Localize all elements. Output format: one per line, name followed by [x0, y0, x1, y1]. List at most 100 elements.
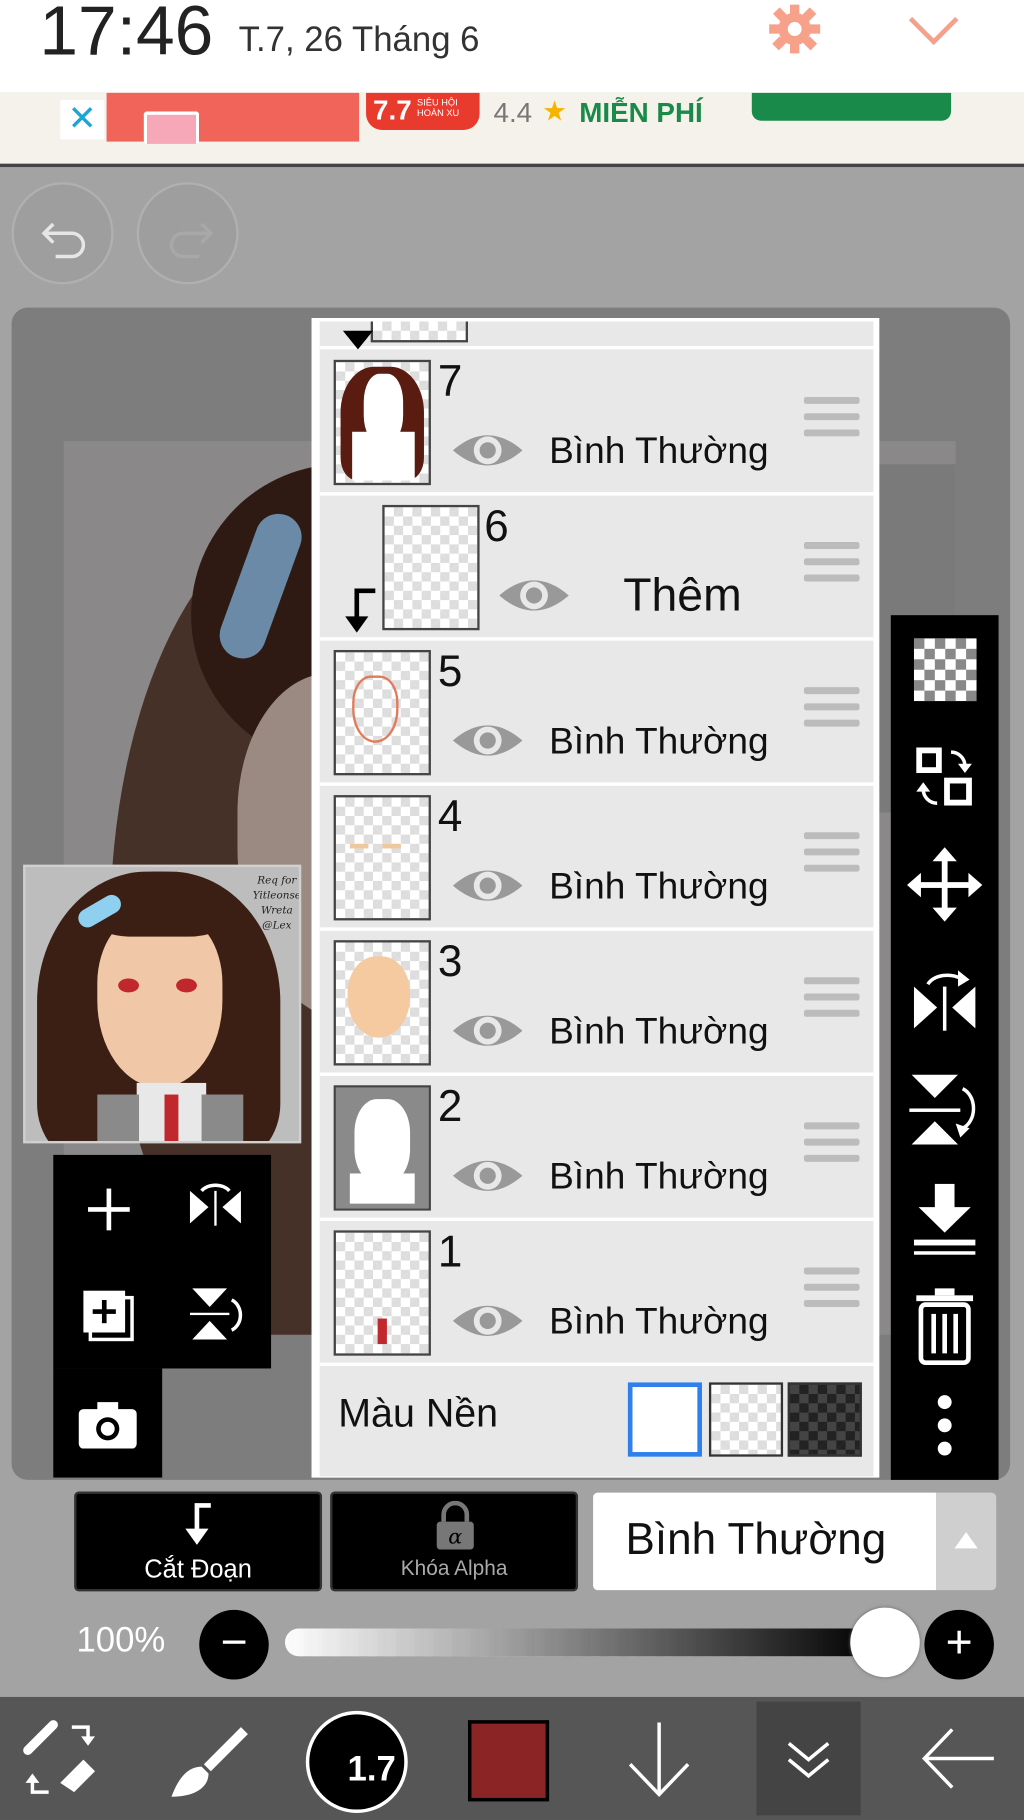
tool-switch-icon[interactable]: [19, 1697, 105, 1820]
layer-blend-mode: Bình Thường: [549, 1299, 769, 1342]
layer-thumbnail: [333, 649, 431, 776]
layer-blend-mode: Bình Thường: [549, 429, 769, 472]
ad-install-button[interactable]: [751, 92, 952, 121]
blend-mode-dropdown[interactable]: [935, 1492, 997, 1591]
layer-thumbnail: [333, 359, 431, 486]
layer-panel[interactable]: 7 Bình Thường 6 Thêm 5 Bình Thường 4 Bình Thườn…: [311, 318, 880, 1478]
layer-number: 4: [437, 792, 463, 842]
layer-thumbnail: [382, 504, 480, 631]
background-dark-swatch[interactable]: [787, 1382, 862, 1457]
background-transparent-swatch[interactable]: [708, 1382, 784, 1457]
layer-row-7[interactable]: 7 Bình Thường: [319, 351, 874, 496]
eye-icon[interactable]: [449, 425, 525, 476]
blend-mode-value: Bình Thường: [625, 1515, 887, 1565]
eye-icon[interactable]: [449, 1150, 525, 1201]
camera-icon[interactable]: [76, 1397, 139, 1450]
layer-number: 6: [484, 502, 509, 552]
chevron-down-icon[interactable]: [906, 7, 962, 53]
opacity-decrease-button[interactable]: −: [199, 1609, 269, 1680]
layer-blend-mode: Bình Thường: [549, 1154, 769, 1197]
opacity-increase-button[interactable]: +: [924, 1609, 994, 1680]
drag-handle-icon[interactable]: [803, 1267, 860, 1313]
eye-icon[interactable]: [449, 1295, 525, 1346]
layer-row-3[interactable]: 3 Bình Thường: [319, 931, 874, 1076]
add-layer-icon[interactable]: [83, 1184, 134, 1235]
ad-badge: 7.7 SIÊU HỘI HOÀN XU: [366, 92, 480, 130]
layer-row-2[interactable]: 2 Bình Thường: [319, 1076, 874, 1222]
layer-number: 5: [437, 647, 463, 697]
ad-badge-text: SIÊU HỘI HOÀN XU: [417, 97, 460, 119]
layer-row-1[interactable]: 1 Bình Thường: [319, 1221, 874, 1367]
opacity-slider-handle[interactable]: [850, 1607, 920, 1678]
layer-list[interactable]: 7 Bình Thường 6 Thêm 5 Bình Thường 4 Bình Thườn…: [319, 321, 874, 1477]
chevron-up-icon: [954, 1532, 978, 1549]
drag-handle-icon[interactable]: [803, 832, 860, 878]
layer-blend-mode: Thêm: [623, 569, 742, 621]
undo-button[interactable]: [11, 182, 114, 285]
drag-handle-icon[interactable]: [803, 1122, 860, 1168]
layer-blend-mode: Bình Thường: [549, 719, 769, 762]
opacity-slider[interactable]: [284, 1628, 876, 1657]
eye-icon[interactable]: [496, 570, 572, 621]
brush-size-value: 1.7: [347, 1750, 396, 1789]
layer-row-partial[interactable]: [319, 321, 874, 350]
clipping-label: Cắt Đoạn: [144, 1554, 252, 1584]
swap-layer-icon[interactable]: [891, 731, 999, 824]
ad-close-button[interactable]: ✕: [60, 99, 105, 140]
alpha-lock-label: Khóa Alpha: [400, 1556, 508, 1580]
preview-caption: Req for Yitleonse Wreta @Lex: [252, 875, 301, 933]
reference-preview[interactable]: Req for Yitleonse Wreta @Lex: [23, 864, 302, 1144]
redo-button[interactable]: [136, 182, 239, 285]
drag-handle-icon[interactable]: [803, 977, 860, 1023]
layer-blend-mode: Bình Thường: [549, 864, 769, 907]
eye-icon[interactable]: [449, 715, 525, 766]
ad-phone-graphic: [143, 111, 200, 144]
date: T.7, 26 Tháng 6: [238, 20, 480, 60]
background-color-label: Màu Nền: [338, 1391, 499, 1436]
clock: 17:46: [39, 0, 214, 70]
drag-handle-icon[interactable]: [803, 542, 860, 588]
flip-vertical-icon[interactable]: [891, 1063, 999, 1156]
lock-icon: α: [436, 1500, 474, 1550]
alpha-lock-button[interactable]: α Khóa Alpha: [330, 1491, 579, 1592]
more-vertical-icon[interactable]: [891, 1379, 999, 1472]
background-color-row: Màu Nền: [319, 1366, 874, 1477]
flip-horizontal-icon[interactable]: [185, 1179, 245, 1235]
layer-row-5[interactable]: 5 Bình Thường: [319, 641, 874, 786]
layer-number: 3: [437, 937, 463, 987]
eye-icon[interactable]: [449, 1005, 525, 1056]
color-picker-button[interactable]: [467, 1720, 550, 1802]
layer-blend-mode: Bình Thường: [549, 1009, 769, 1052]
right-toolbar: [890, 615, 999, 1480]
opacity-row: 100% − +: [0, 1607, 1024, 1682]
layer-row-6[interactable]: 6 Thêm: [319, 496, 874, 641]
eye-icon[interactable]: [449, 860, 525, 911]
brush-icon[interactable]: [162, 1697, 255, 1820]
svg-text:α: α: [448, 1525, 462, 1549]
drag-handle-icon[interactable]: [803, 396, 860, 443]
flip-horizontal-icon[interactable]: [891, 954, 999, 1047]
layer-thumbnail: [370, 321, 468, 343]
merge-down-icon[interactable]: [891, 1177, 999, 1270]
transparency-icon[interactable]: [891, 622, 999, 715]
drag-handle-icon[interactable]: [803, 687, 860, 733]
layer-thumbnail: [333, 795, 431, 921]
layer-number: 7: [437, 357, 463, 407]
clipping-button[interactable]: Cắt Đoạn: [74, 1491, 323, 1592]
star-icon: ★: [542, 96, 568, 128]
gear-icon[interactable]: [765, 2, 825, 55]
ad-badge-number: 7.7: [373, 95, 412, 127]
back-arrow-icon[interactable]: [917, 1697, 1000, 1820]
chevrons-down-icon: [787, 1742, 830, 1779]
move-icon[interactable]: [891, 838, 999, 931]
duplicate-layer-icon[interactable]: [79, 1286, 137, 1344]
layer-row-4[interactable]: 4 Bình Thường: [319, 786, 874, 931]
layer-thumbnail: [333, 1230, 431, 1356]
trash-icon[interactable]: [891, 1279, 999, 1372]
arrow-down-icon[interactable]: [623, 1697, 695, 1820]
background-white-swatch[interactable]: [627, 1382, 702, 1457]
clip-arrow-icon: [185, 1503, 211, 1545]
layer-panel-toggle[interactable]: [756, 1701, 861, 1816]
blend-mode-select[interactable]: Bình Thường: [593, 1492, 936, 1591]
flip-vertical-icon[interactable]: [185, 1284, 245, 1344]
